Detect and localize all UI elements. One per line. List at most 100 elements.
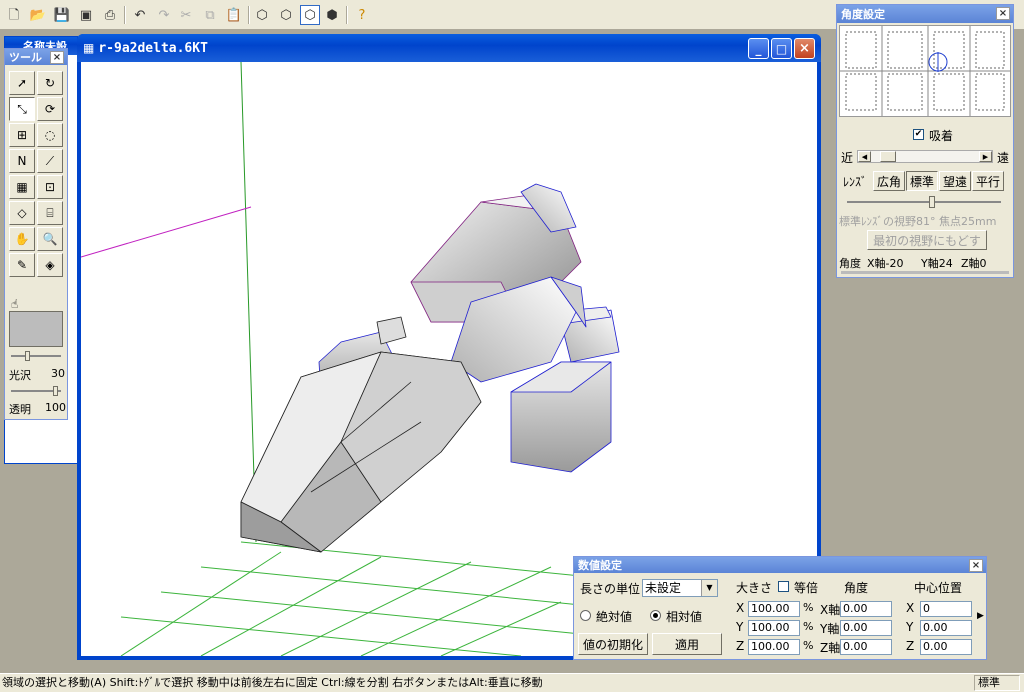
size-x-label: X bbox=[736, 601, 745, 615]
center-y-input[interactable]: 0.00 bbox=[920, 620, 972, 636]
extrude-icon[interactable]: ⊞ bbox=[9, 123, 35, 147]
snap-label: 吸着 bbox=[929, 129, 954, 143]
center-x-label: X bbox=[906, 601, 915, 615]
select-arrow-icon[interactable]: ➚ bbox=[9, 71, 35, 95]
copy-icon[interactable]: ⧉ bbox=[200, 5, 220, 25]
lens-slider[interactable] bbox=[847, 201, 1001, 203]
snap-checkbox[interactable]: ✔ bbox=[913, 129, 924, 140]
expand-arrow-icon[interactable]: ▶ bbox=[977, 611, 984, 621]
paint-bucket-icon[interactable]: ◈ bbox=[37, 253, 63, 277]
hand-icon[interactable]: ✋ bbox=[9, 227, 35, 251]
tool-palette: ツール × ➚ ↻ ⤡ ⟳ ⊞ ◌ N ⟋ ▦ ⊡ ◇ ⌸ ✋ 🔍 ✎ ◈ ☝ … bbox=[4, 48, 68, 420]
uniform-checkbox[interactable] bbox=[778, 581, 789, 592]
print-icon[interactable]: ⎙ bbox=[100, 5, 120, 25]
angle-panel-title[interactable]: 角度設定 × bbox=[837, 5, 1013, 23]
size-y-input[interactable]: 100.00 bbox=[748, 620, 800, 636]
relative-radio[interactable] bbox=[650, 610, 661, 621]
size-y-percent: % bbox=[803, 620, 814, 633]
size-x-input[interactable]: 100.00 bbox=[748, 601, 800, 617]
rotate-3d-icon[interactable]: ⟳ bbox=[37, 97, 63, 121]
new-file-icon[interactable]: 🗋 bbox=[4, 5, 24, 25]
save-all-icon[interactable]: ▣ bbox=[76, 5, 96, 25]
angle-z-label: Z軸 bbox=[820, 641, 841, 655]
polyline-icon[interactable]: N bbox=[9, 149, 35, 173]
apply-button[interactable]: 適用 bbox=[652, 633, 722, 655]
undo-icon[interactable]: ↶ bbox=[130, 5, 150, 25]
view-perspective-icon[interactable]: ⬢ bbox=[322, 5, 342, 25]
length-unit-select[interactable]: 未設定 ▼ bbox=[642, 579, 718, 597]
angle-panel-resize-bar[interactable] bbox=[841, 271, 1009, 274]
lens-telephoto-button[interactable]: 望遠 bbox=[939, 171, 971, 191]
document-title: r-9a2delta.6KT bbox=[98, 40, 208, 56]
transparency-slider-thumb[interactable] bbox=[53, 386, 58, 396]
angle-preview[interactable] bbox=[839, 25, 1011, 117]
center-z-input[interactable]: 0.00 bbox=[920, 639, 972, 655]
spaceship-model bbox=[240, 183, 620, 553]
maximize-button[interactable]: □ bbox=[771, 38, 792, 59]
tool-palette-title[interactable]: ツール × bbox=[5, 49, 67, 65]
angle-header: 角度 bbox=[844, 581, 869, 595]
size-z-label: Z bbox=[736, 639, 745, 653]
minimize-button[interactable]: _ bbox=[748, 38, 769, 59]
open-folder-icon[interactable]: 📂 bbox=[28, 5, 48, 25]
angle-settings-panel: 角度設定 × ✔ 吸着 近 ◀ ▶ 遠 ﾚﾝｽﾞ 広角 標準 望遠 平行 標準ﾚ bbox=[836, 4, 1014, 278]
angle-panel-close-button[interactable]: × bbox=[996, 7, 1010, 20]
view-top-icon[interactable]: ⬡ bbox=[300, 5, 320, 25]
angle-z-axis: Z軸0 bbox=[961, 257, 987, 270]
gloss-slider[interactable] bbox=[11, 355, 61, 357]
lens-wide-button[interactable]: 広角 bbox=[873, 171, 905, 191]
reset-view-button[interactable]: 最初の視野にもどす bbox=[867, 230, 987, 250]
subdivide-icon[interactable]: ⊡ bbox=[37, 175, 63, 199]
view-front-icon[interactable]: ⬡ bbox=[252, 5, 272, 25]
document-titlebar[interactable]: ▦ r-9a2delta.6KT _ □ × bbox=[77, 34, 821, 62]
paste-icon[interactable]: 📋 bbox=[224, 5, 244, 25]
angle-x-axis: X軸-20 bbox=[867, 257, 904, 270]
knife-icon[interactable]: ⟋ bbox=[37, 149, 63, 173]
angle-x-input[interactable]: 0.00 bbox=[840, 601, 892, 617]
numeric-panel-close-button[interactable]: × bbox=[969, 559, 983, 572]
center-y-label: Y bbox=[906, 620, 914, 634]
cylinder-icon[interactable]: ⌸ bbox=[37, 201, 63, 225]
transparency-value: 100 bbox=[45, 401, 66, 414]
box-icon[interactable]: ▦ bbox=[9, 175, 35, 199]
far-label: 遠 bbox=[997, 151, 1010, 165]
slider-right-arrow-icon[interactable]: ▶ bbox=[979, 151, 992, 162]
absolute-radio[interactable] bbox=[580, 610, 591, 621]
reset-values-button[interactable]: 値の初期化 bbox=[578, 633, 648, 655]
center-x-input[interactable]: 0 bbox=[920, 601, 972, 617]
plane-icon[interactable]: ◇ bbox=[9, 201, 35, 225]
gloss-slider-thumb[interactable] bbox=[25, 351, 30, 361]
slider-left-arrow-icon[interactable]: ◀ bbox=[858, 151, 871, 162]
slider-thumb[interactable] bbox=[880, 151, 896, 162]
close-button[interactable]: × bbox=[794, 38, 815, 59]
lens-standard-button[interactable]: 標準 bbox=[906, 171, 938, 191]
gloss-value: 30 bbox=[51, 367, 65, 380]
chevron-down-icon: ▼ bbox=[701, 580, 717, 596]
lens-label: ﾚﾝｽﾞ bbox=[843, 175, 868, 189]
angle-z-input[interactable]: 0.00 bbox=[840, 639, 892, 655]
angle-label: 角度 bbox=[839, 257, 861, 270]
color-swatch[interactable] bbox=[9, 311, 63, 347]
status-text: 領域の選択と移動(A) Shift:ﾄｸﾞﾙで選択 移動中は前後左右に固定 Ct… bbox=[2, 676, 543, 689]
distance-slider[interactable]: ◀ ▶ bbox=[857, 150, 993, 163]
status-mode: 標準 bbox=[974, 675, 1020, 691]
move-vertex-icon[interactable]: ⤡ bbox=[9, 97, 35, 121]
lasso-icon[interactable]: ◌ bbox=[37, 123, 63, 147]
lens-slider-thumb[interactable] bbox=[929, 196, 935, 208]
center-z-label: Z bbox=[906, 639, 915, 653]
cut-icon[interactable]: ✂ bbox=[176, 5, 196, 25]
help-icon[interactable]: ? bbox=[352, 5, 372, 25]
size-z-input[interactable]: 100.00 bbox=[748, 639, 800, 655]
save-icon[interactable]: 💾 bbox=[52, 5, 72, 25]
eyedropper-icon[interactable]: ✎ bbox=[9, 253, 35, 277]
relative-label: 相対値 bbox=[666, 610, 703, 624]
rotate-icon[interactable]: ↻ bbox=[37, 71, 63, 95]
redo-icon[interactable]: ↷ bbox=[154, 5, 174, 25]
angle-y-input[interactable]: 0.00 bbox=[840, 620, 892, 636]
lens-info: 標準ﾚﾝｽﾞの視野81° 焦点25mm bbox=[839, 215, 997, 228]
view-side-icon[interactable]: ⬡ bbox=[276, 5, 296, 25]
lens-parallel-button[interactable]: 平行 bbox=[972, 171, 1004, 191]
tool-palette-close-button[interactable]: × bbox=[50, 51, 64, 64]
zoom-icon[interactable]: 🔍 bbox=[37, 227, 63, 251]
numeric-panel-title[interactable]: 数値設定 × bbox=[574, 557, 986, 573]
